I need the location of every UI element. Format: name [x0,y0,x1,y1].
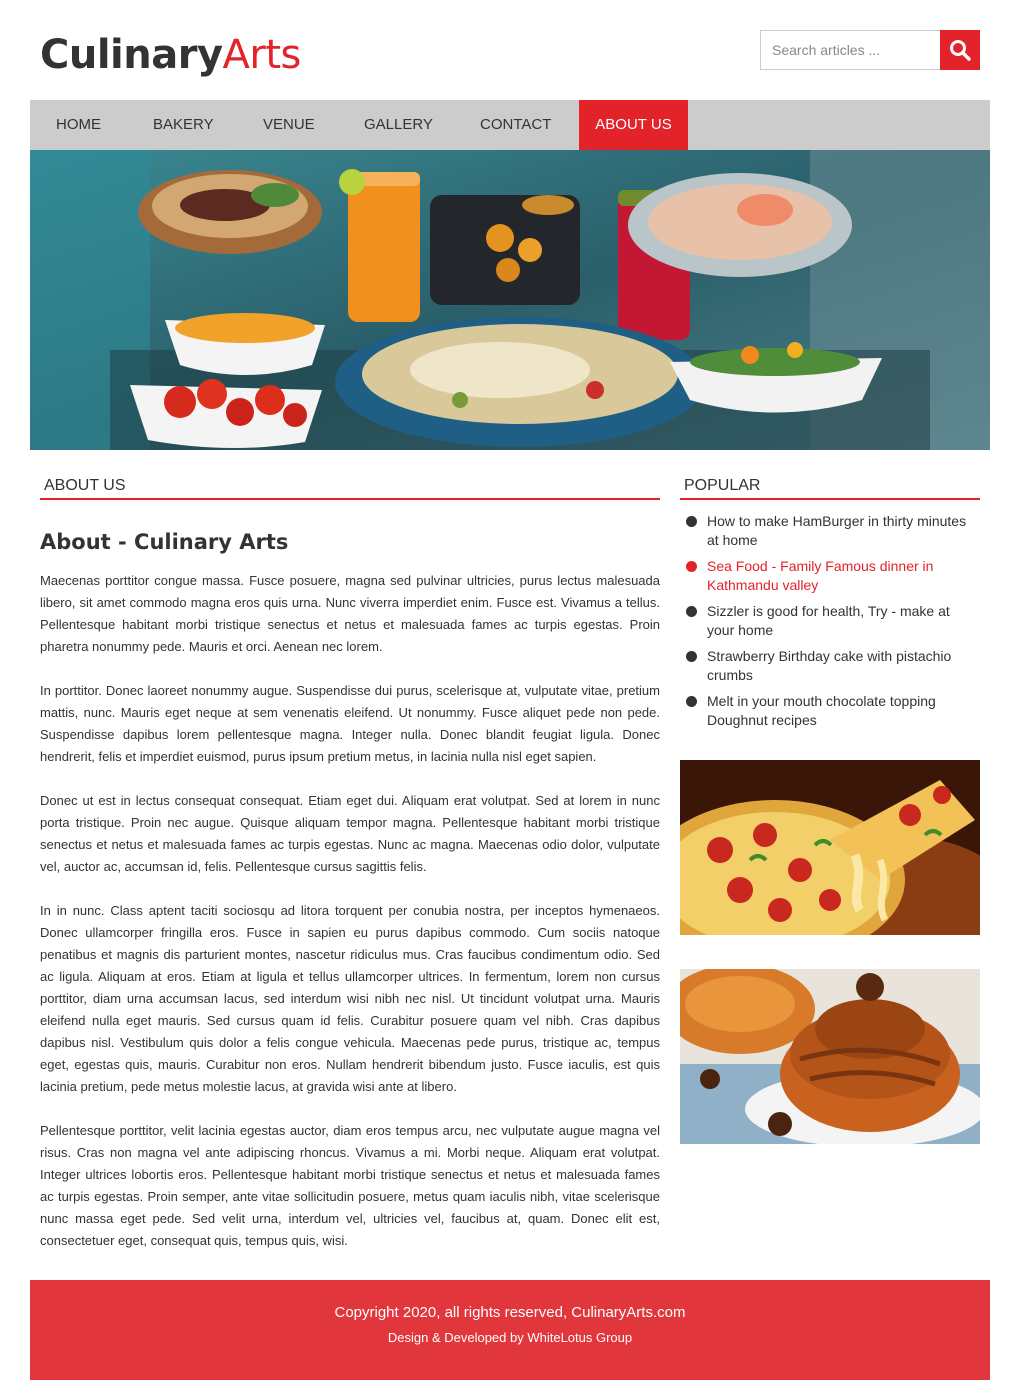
paragraph: Pellentesque porttitor, velit lacinia eg… [40,1123,660,1248]
popular-item-label: Strawberry Birthday cake with pistachio … [707,648,952,683]
site-header: CulinaryArts [0,0,1020,100]
popular-item[interactable]: Sea Food - Family Famous dinner in Kathm… [680,557,980,595]
bullet-icon [686,561,697,572]
search-box [760,30,940,70]
main-nav: HOME BAKERY VENUE GALLERY CONTACT ABOUT … [30,100,990,150]
nav-item-gallery[interactable]: GALLERY [364,100,433,150]
site-logo[interactable]: CulinaryArts [40,30,301,80]
popular-item[interactable]: How to make HamBurger in thirty minutes … [680,512,980,550]
paragraph: Donec ut est in lectus consequat consequ… [40,793,660,874]
hero-food-banner-image [30,150,990,450]
popular-list: How to make HamBurger in thirty minutes … [680,512,980,730]
cinnamon-bun-image [680,969,980,1144]
bullet-icon [686,606,697,617]
popular-item[interactable]: Sizzler is good for health, Try - make a… [680,602,980,640]
paragraph: In in nunc. Class aptent taciti sociosqu… [40,903,660,1094]
site-footer: Copyright 2020, all rights reserved, Cul… [30,1280,990,1380]
bullet-icon [686,696,697,707]
search-icon [950,40,971,61]
popular-item-label: Melt in your mouth chocolate topping Dou… [707,693,936,728]
main-content: ABOUT US About - Culinary Arts Maecenas … [40,470,660,1252]
logo-part-1: Culinary [40,32,223,78]
page-title: About - Culinary Arts [40,530,289,554]
popular-item[interactable]: Strawberry Birthday cake with pistachio … [680,647,980,685]
popular-item-label: Sizzler is good for health, Try - make a… [707,603,950,638]
search-input[interactable] [761,31,940,69]
nav-item-contact[interactable]: CONTACT [480,100,551,150]
nav-item-about-us[interactable]: ABOUT US [579,100,688,150]
logo-part-2: Arts [222,32,302,78]
section-title: ABOUT US [44,477,126,494]
section-header-about: ABOUT US [40,470,660,500]
bullet-icon [686,516,697,527]
sidebar-title: POPULAR [684,477,761,494]
paragraph: Maecenas porttitor congue massa. Fusce p… [40,573,660,654]
popular-item[interactable]: Melt in your mouth chocolate topping Dou… [680,692,980,730]
paragraph: In porttitor. Donec laoreet nonummy augu… [40,683,660,764]
section-header-popular: POPULAR [680,470,980,500]
popular-item-label: Sea Food - Family Famous dinner in Kathm… [707,558,934,593]
popular-item-label: How to make HamBurger in thirty minutes … [707,513,967,548]
nav-item-venue[interactable]: VENUE [263,100,315,150]
bullet-icon [686,651,697,662]
nav-item-home[interactable]: HOME [56,100,101,150]
search-button[interactable] [940,30,980,70]
nav-item-bakery[interactable]: BAKERY [153,100,214,150]
credit-text: Design & Developed by WhiteLotus Group [387,1330,633,1345]
pizza-image [680,760,980,935]
copyright-text: Copyright 2020, all rights reserved, Cul… [334,1304,686,1321]
sidebar: POPULAR How to make HamBurger in thirty … [680,470,980,737]
